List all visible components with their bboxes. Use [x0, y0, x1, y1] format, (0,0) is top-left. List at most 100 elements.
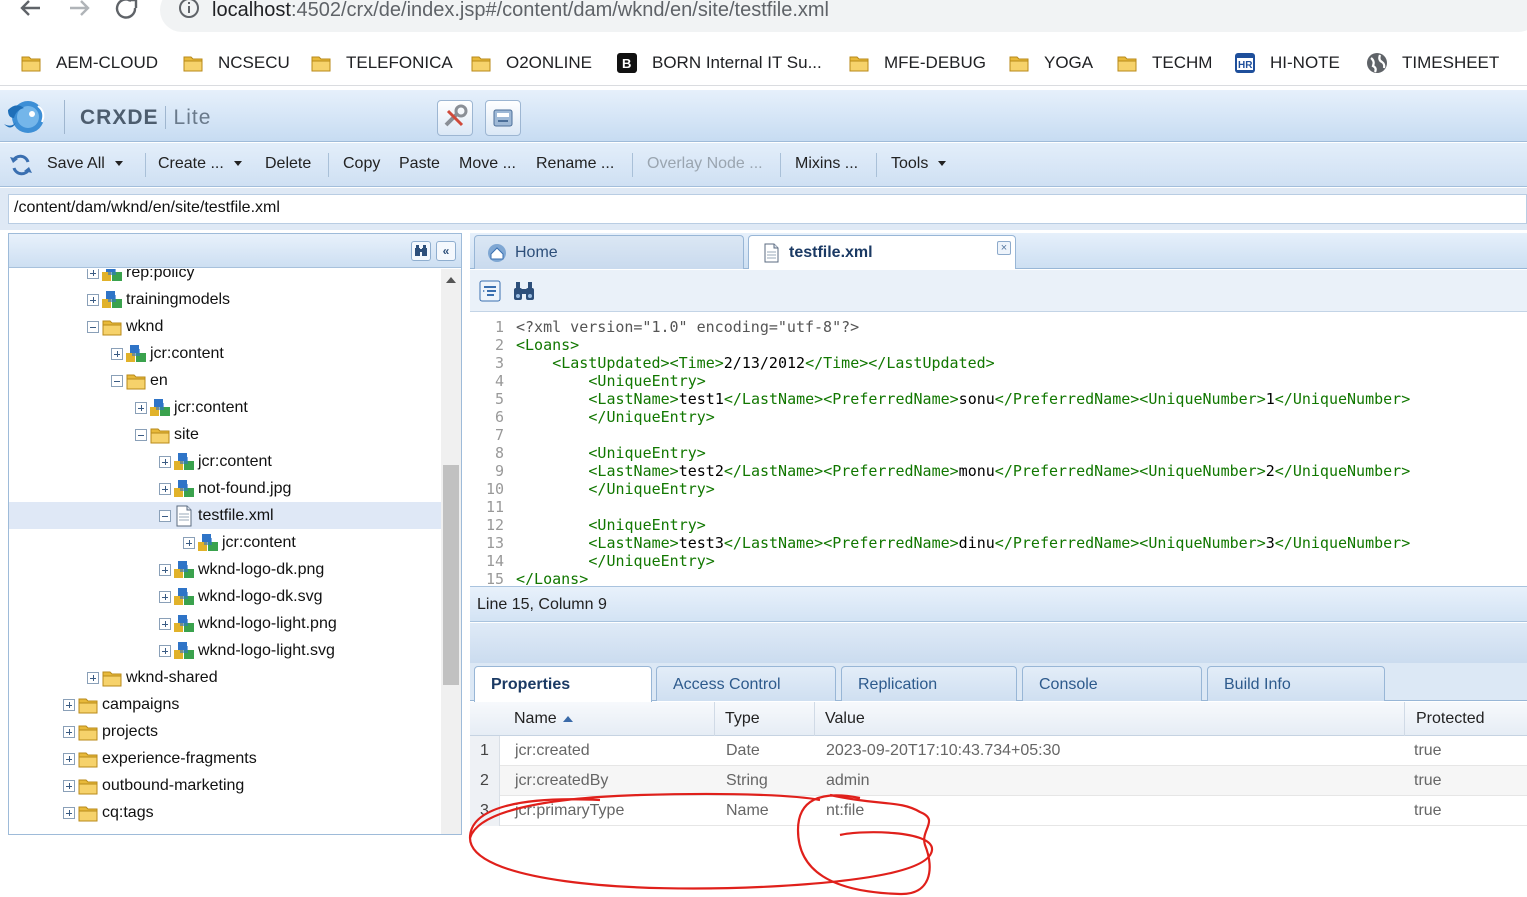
package-button[interactable] — [485, 100, 521, 136]
paste-button[interactable]: Paste — [399, 155, 440, 173]
bookmark-born-internal-it-su[interactable]: B BORN Internal IT Su... — [616, 50, 822, 76]
address-text[interactable]: localhost:4502/crx/de/index.jsp#/content… — [212, 0, 829, 22]
create-button[interactable]: Create ... — [158, 155, 242, 173]
mixins-button[interactable]: Mixins ... — [795, 155, 858, 173]
tree-node[interactable]: testfile.xml — [9, 502, 441, 529]
bookmark-o2online[interactable]: O2ONLINE — [470, 50, 592, 76]
find-binoculars-icon[interactable] — [512, 279, 536, 303]
expand-icon[interactable] — [183, 536, 195, 549]
tree-node[interactable]: jcr:content — [159, 448, 272, 475]
column-value-header[interactable]: Value — [825, 710, 865, 728]
expand-icon[interactable] — [87, 671, 99, 684]
bookmark-mfe-debug[interactable]: MFE-DEBUG — [848, 50, 986, 76]
site-info-icon[interactable] — [178, 0, 200, 22]
expand-icon[interactable] — [87, 269, 99, 279]
rename-button[interactable]: Rename ... — [536, 155, 614, 173]
tree-node[interactable]: wknd-logo-light.png — [159, 610, 337, 637]
table-row[interactable]: 3 jcr:primaryType Name nt:file true — [470, 796, 1527, 826]
tree-node[interactable]: wknd-logo-dk.png — [159, 556, 324, 583]
scroll-up-arrow-icon[interactable] — [446, 277, 456, 283]
tree-node[interactable]: not-found.jpg — [159, 475, 291, 502]
copy-button[interactable]: Copy — [343, 155, 380, 173]
tree-node[interactable]: wknd-shared — [87, 664, 218, 691]
collapse-panel-icon[interactable]: « — [436, 241, 456, 261]
tree-node[interactable]: jcr:content — [111, 340, 224, 367]
bookmark-timesheet[interactable]: TIMESHEET — [1366, 50, 1499, 76]
expand-icon[interactable] — [63, 752, 75, 765]
expand-icon[interactable] — [63, 779, 75, 792]
format-icon[interactable] — [478, 279, 502, 303]
expand-icon[interactable] — [159, 563, 171, 576]
expand-icon[interactable] — [159, 617, 171, 630]
tree-node[interactable]: campaigns — [63, 691, 179, 718]
forward-arrow-icon[interactable] — [66, 0, 92, 24]
expand-icon[interactable] — [159, 455, 171, 468]
tree-scrollbar[interactable] — [441, 269, 461, 834]
tree-node-label: jcr:content — [150, 344, 224, 362]
bookmark-aem-cloud[interactable]: AEM-CLOUD — [20, 50, 158, 76]
back-arrow-icon[interactable] — [18, 0, 44, 24]
save-all-button[interactable]: Save All — [47, 155, 123, 173]
node-path-input[interactable]: /content/dam/wknd/en/site/testfile.xml — [8, 194, 1527, 224]
collapse-icon[interactable] — [87, 320, 99, 333]
code-editor[interactable]: 1 2 3 4 5 6 7 8 9 10 11 12 13 14 15 <?xml version="1.0… — [470, 313, 1527, 585]
expand-icon[interactable] — [135, 401, 147, 414]
tab-build-info[interactable]: Build Info — [1207, 666, 1385, 701]
expand-icon[interactable] — [63, 806, 75, 819]
reload-icon[interactable] — [114, 0, 140, 24]
tab-testfile[interactable]: testfile.xml × — [748, 235, 1016, 269]
collapse-icon[interactable] — [159, 509, 171, 522]
binoculars-icon[interactable] — [411, 241, 431, 261]
tab-home[interactable]: Home — [474, 235, 744, 269]
tree-node[interactable]: site — [135, 421, 199, 448]
tree-node[interactable]: wknd — [87, 313, 163, 340]
tree-node[interactable]: jcr:content — [183, 529, 296, 556]
bookmark-hi-note[interactable]: HR HI-NOTE — [1234, 50, 1340, 76]
refresh-icon[interactable] — [8, 153, 34, 177]
tools-switch-button[interactable] — [437, 100, 473, 136]
tree-node[interactable]: outbound-marketing — [63, 772, 244, 799]
tools-button[interactable]: Tools — [891, 155, 947, 173]
column-name-header[interactable]: Name — [514, 710, 573, 728]
move-button[interactable]: Move ... — [459, 155, 516, 173]
collapse-icon[interactable] — [135, 428, 147, 441]
table-row[interactable]: 2 jcr:createdBy String admin true — [470, 766, 1527, 796]
code-tag: </PreferredName><UniqueNumber> — [994, 462, 1266, 480]
tree-scrollbar-thumb[interactable] — [443, 465, 459, 685]
bookmark-yoga[interactable]: YOGA — [1008, 50, 1093, 76]
tab-console[interactable]: Console — [1022, 666, 1202, 701]
tree-node[interactable]: jcr:content — [135, 394, 248, 421]
tab-access-control[interactable]: Access Control — [656, 666, 836, 701]
bookmark-ncsecu[interactable]: NCSECU — [182, 50, 290, 76]
panel-splitter[interactable] — [470, 623, 1527, 663]
expand-icon[interactable] — [87, 293, 99, 306]
expand-icon[interactable] — [63, 725, 75, 738]
tree-node[interactable]: wknd-logo-light.svg — [159, 637, 335, 664]
tree-node[interactable]: wknd-logo-dk.svg — [159, 583, 323, 610]
expand-icon[interactable] — [63, 698, 75, 711]
tree-node[interactable]: en — [111, 367, 168, 394]
tree-node[interactable]: trainingmodels — [87, 286, 230, 313]
expand-icon[interactable] — [159, 644, 171, 657]
expand-icon[interactable] — [159, 482, 171, 495]
column-protected-header[interactable]: Protected — [1416, 710, 1484, 728]
tab-properties[interactable]: Properties — [474, 666, 652, 702]
bookmark-telefonica[interactable]: TELEFONICA — [310, 50, 453, 76]
close-tab-icon[interactable]: × — [997, 241, 1011, 255]
overlay-node-button[interactable]: Overlay Node ... — [647, 155, 763, 173]
tree-node-label: wknd-shared — [126, 668, 218, 686]
tree-node[interactable]: rep:policy — [87, 269, 194, 286]
delete-button[interactable]: Delete — [265, 155, 311, 173]
column-separator — [714, 702, 715, 736]
table-row[interactable]: 1 jcr:created Date 2023-09-20T17:10:43.734+… — [470, 736, 1527, 766]
bookmark-techm[interactable]: TECHM — [1116, 50, 1212, 76]
create-dropdown-icon — [233, 161, 242, 167]
tree-node[interactable]: experience-fragments — [63, 745, 257, 772]
tab-replication[interactable]: Replication — [841, 666, 1017, 701]
tree-node[interactable]: cq:tags — [63, 799, 154, 826]
tree-node[interactable]: projects — [63, 718, 158, 745]
collapse-icon[interactable] — [111, 374, 123, 387]
expand-icon[interactable] — [111, 347, 123, 360]
expand-icon[interactable] — [159, 590, 171, 603]
column-type-header[interactable]: Type — [725, 710, 760, 728]
